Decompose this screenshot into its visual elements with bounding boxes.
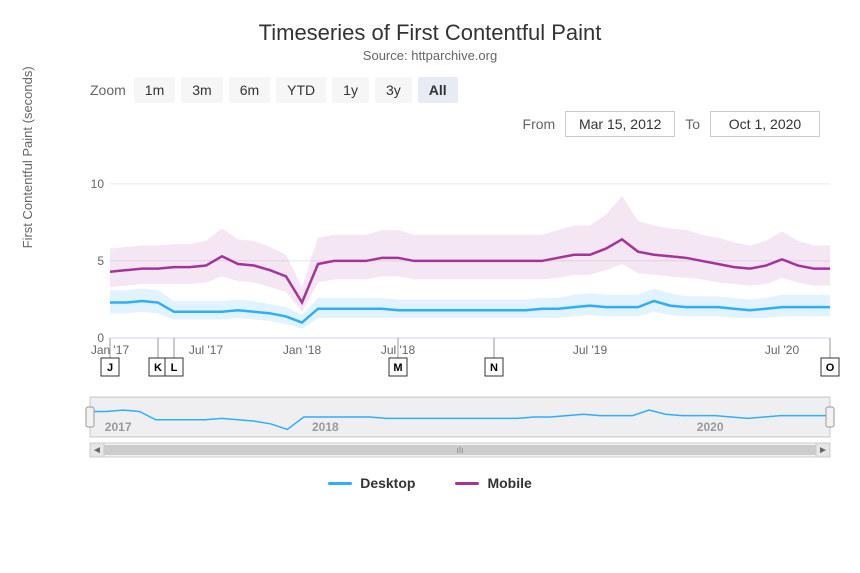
- y-axis-label: First Contentful Paint (seconds): [20, 66, 35, 248]
- svg-text:O: O: [826, 362, 835, 374]
- zoom-3y-button[interactable]: 3y: [375, 77, 412, 103]
- svg-text:K: K: [154, 362, 162, 374]
- svg-text:Jul '20: Jul '20: [765, 343, 800, 357]
- svg-text:10: 10: [91, 177, 105, 191]
- svg-text:L: L: [171, 362, 178, 374]
- svg-text:2018: 2018: [312, 420, 339, 434]
- zoom-all-button[interactable]: All: [418, 77, 458, 103]
- svg-text:N: N: [490, 362, 498, 374]
- svg-text:Jul '19: Jul '19: [573, 343, 608, 357]
- zoom-3m-button[interactable]: 3m: [181, 77, 222, 103]
- zoom-label: Zoom: [90, 82, 126, 98]
- chart-legend: Desktop Mobile: [30, 475, 830, 491]
- svg-text:M: M: [393, 362, 402, 374]
- legend-desktop[interactable]: Desktop: [328, 475, 415, 491]
- zoom-ytd-button[interactable]: YTD: [276, 77, 326, 103]
- to-date-input[interactable]: Oct 1, 2020: [710, 111, 820, 137]
- zoom-controls: Zoom 1m 3m 6m YTD 1y 3y All: [30, 77, 830, 103]
- legend-mobile-label: Mobile: [487, 475, 531, 491]
- svg-text:J: J: [107, 362, 113, 374]
- zoom-1m-button[interactable]: 1m: [134, 77, 175, 103]
- chart-plot[interactable]: 0510Jan '17Jul '17Jan '18Jul '18Jul '19J…: [80, 143, 840, 393]
- to-label: To: [685, 116, 700, 132]
- svg-text:2017: 2017: [105, 420, 132, 434]
- svg-text:Jul '17: Jul '17: [189, 343, 224, 357]
- svg-text:5: 5: [97, 254, 104, 268]
- svg-text:Jan '18: Jan '18: [283, 343, 322, 357]
- zoom-6m-button[interactable]: 6m: [229, 77, 270, 103]
- date-range-controls: From Mar 15, 2012 To Oct 1, 2020: [30, 111, 830, 137]
- svg-text:2020: 2020: [697, 420, 724, 434]
- chart-title: Timeseries of First Contentful Paint: [30, 20, 830, 46]
- svg-text:◄: ◄: [92, 445, 102, 456]
- legend-desktop-label: Desktop: [360, 475, 415, 491]
- legend-desktop-swatch: [328, 482, 352, 485]
- from-date-input[interactable]: Mar 15, 2012: [565, 111, 675, 137]
- navigator-handle-right[interactable]: [826, 407, 834, 427]
- svg-text:►: ►: [818, 445, 828, 456]
- legend-mobile-swatch: [455, 482, 479, 485]
- svg-text:ılı: ılı: [456, 445, 463, 455]
- legend-mobile[interactable]: Mobile: [455, 475, 531, 491]
- chart-subtitle: Source: httparchive.org: [30, 48, 830, 63]
- zoom-1y-button[interactable]: 1y: [332, 77, 369, 103]
- chart-navigator[interactable]: 2017 2018 2020 ◄ ► ılı: [80, 393, 840, 463]
- from-label: From: [523, 116, 556, 132]
- navigator-handle-left[interactable]: [86, 407, 94, 427]
